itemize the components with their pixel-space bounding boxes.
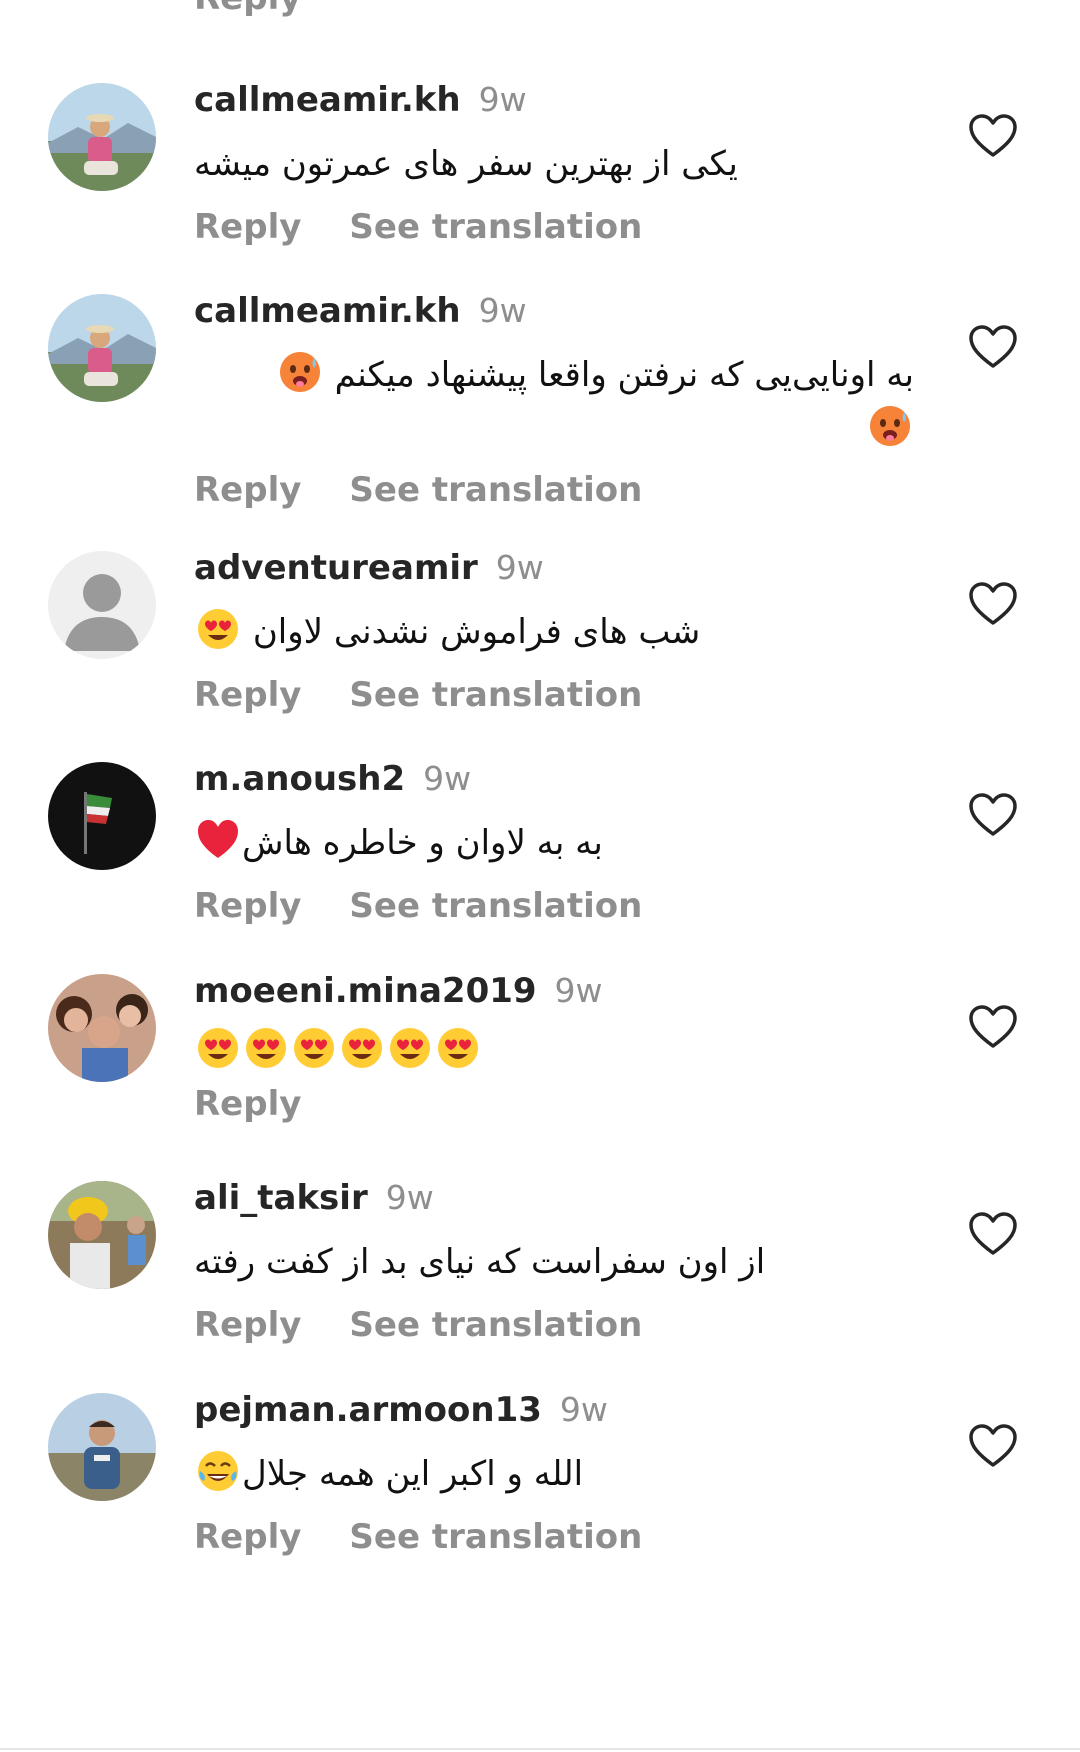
heart-eyes-emoji bbox=[292, 1026, 336, 1070]
timestamp: 9w bbox=[559, 1390, 608, 1429]
heart-eyes-emoji bbox=[388, 1026, 432, 1070]
divider bbox=[0, 1748, 1080, 1750]
avatar[interactable] bbox=[48, 762, 156, 870]
comment-text-content: الله و اکبر این همه جلال bbox=[242, 1454, 584, 1494]
like-heart-icon[interactable] bbox=[968, 1004, 1018, 1050]
avatar[interactable] bbox=[48, 551, 156, 659]
hot-face-emoji bbox=[278, 350, 322, 394]
reply-button[interactable]: Reply bbox=[194, 1084, 301, 1124]
like-heart-icon[interactable] bbox=[968, 1211, 1018, 1257]
avatar-photo-icon bbox=[48, 294, 156, 402]
reply-button[interactable]: Reply bbox=[194, 207, 301, 247]
username[interactable]: callmeamir.kh bbox=[194, 80, 461, 120]
tears-of-joy-emoji bbox=[196, 1449, 240, 1493]
reply-button[interactable]: Reply bbox=[194, 1517, 301, 1557]
comment-text: به اونایی‌یی که نرفتن واقعا پیشنهاد میکن… bbox=[276, 346, 914, 404]
like-heart-icon[interactable] bbox=[968, 581, 1018, 627]
default-user-icon bbox=[48, 551, 156, 659]
timestamp: 9w bbox=[495, 548, 544, 587]
comment-text-content: به اونایی‌یی که نرفتن واقعا پیشنهاد میکن… bbox=[334, 355, 914, 395]
comment-text-content: شب های فراموش نشدنی لاوان bbox=[252, 612, 701, 652]
avatar-photo-icon bbox=[48, 1181, 156, 1289]
comment-text: به به لاوان و خاطره هاش bbox=[194, 814, 603, 872]
avatar[interactable] bbox=[48, 1393, 156, 1501]
reply-button[interactable]: Reply bbox=[194, 675, 301, 715]
username[interactable]: moeeni.mina2019 bbox=[194, 971, 537, 1011]
reply-button[interactable]: Reply bbox=[194, 1305, 301, 1345]
hot-face-emoji bbox=[868, 404, 912, 448]
timestamp: 9w bbox=[478, 291, 527, 330]
heart-eyes-emoji bbox=[196, 607, 240, 651]
comment-text: الله و اکبر این همه جلال bbox=[194, 1445, 583, 1503]
see-translation-button[interactable]: See translation bbox=[349, 207, 642, 247]
comment-text: از اون سفراست که نیای بد از کفت رفته bbox=[194, 1242, 766, 1282]
heart-eyes-emoji bbox=[340, 1026, 384, 1070]
heart-eyes-emoji bbox=[244, 1026, 288, 1070]
see-translation-button[interactable]: See translation bbox=[349, 675, 642, 715]
comment-emoji-row bbox=[194, 1026, 934, 1070]
comment-text: یکی از بهترین سفر های عمرتون میشه bbox=[194, 144, 738, 184]
username[interactable]: adventureamir bbox=[194, 548, 478, 588]
comments-screen: Reply callmeamir.kh 9w یکی از بهترین سفر … bbox=[0, 0, 1080, 1752]
avatar-photo-icon bbox=[48, 83, 156, 191]
avatar[interactable] bbox=[48, 294, 156, 402]
avatar[interactable] bbox=[48, 1181, 156, 1289]
see-translation-button[interactable]: See translation bbox=[349, 1517, 642, 1557]
username[interactable]: m.anoush2 bbox=[194, 759, 405, 799]
heart-eyes-emoji bbox=[196, 1026, 240, 1070]
username[interactable]: ali_taksir bbox=[194, 1178, 368, 1218]
timestamp: 9w bbox=[385, 1178, 434, 1217]
see-translation-button[interactable]: See translation bbox=[349, 886, 642, 926]
red-heart-emoji bbox=[196, 818, 240, 862]
avatar-photo-icon bbox=[48, 762, 156, 870]
username[interactable]: pejman.armoon13 bbox=[194, 1390, 542, 1430]
avatar-photo-icon bbox=[48, 1393, 156, 1501]
timestamp: 9w bbox=[478, 80, 527, 119]
avatar[interactable] bbox=[48, 83, 156, 191]
timestamp: 9w bbox=[423, 759, 472, 798]
see-translation-button[interactable]: See translation bbox=[349, 470, 642, 510]
avatar-photo-icon bbox=[48, 974, 156, 1082]
reply-button[interactable]: Reply bbox=[194, 0, 301, 18]
reply-button[interactable]: Reply bbox=[194, 470, 301, 510]
like-heart-icon[interactable] bbox=[968, 324, 1018, 370]
avatar[interactable] bbox=[48, 974, 156, 1082]
username[interactable]: callmeamir.kh bbox=[194, 291, 461, 331]
reply-button[interactable]: Reply bbox=[194, 886, 301, 926]
comment-text-content: به به لاوان و خاطره هاش bbox=[242, 823, 603, 863]
comment-text: شب های فراموش نشدنی لاوان bbox=[194, 603, 700, 661]
like-heart-icon[interactable] bbox=[968, 113, 1018, 159]
see-translation-button[interactable]: See translation bbox=[349, 1305, 642, 1345]
heart-eyes-emoji bbox=[436, 1026, 480, 1070]
like-heart-icon[interactable] bbox=[968, 792, 1018, 838]
timestamp: 9w bbox=[554, 971, 603, 1010]
like-heart-icon[interactable] bbox=[968, 1423, 1018, 1469]
